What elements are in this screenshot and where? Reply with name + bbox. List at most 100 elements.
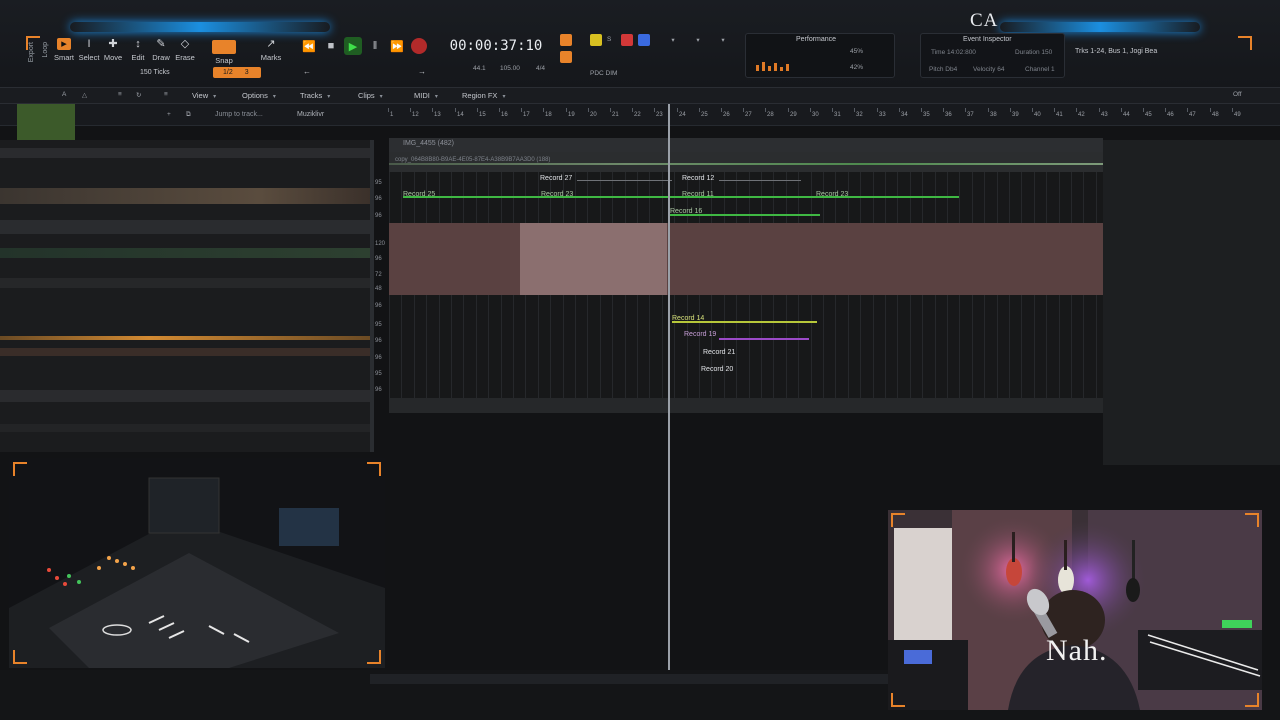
pdc-dim-label[interactable]: PDC DIM: [590, 70, 617, 77]
clip-record-12[interactable]: Record 12: [682, 175, 714, 182]
select-tool-button[interactable]: I Select: [76, 38, 102, 62]
marks-button[interactable]: ↗ Marks: [258, 38, 284, 62]
mixing-console-image: [9, 458, 385, 668]
ruler-tick: [388, 108, 389, 112]
track-header-strip[interactable]: [0, 248, 372, 258]
chevron-down-icon: ▾: [213, 94, 217, 100]
event-velocity-field[interactable]: Velocity 64: [973, 66, 1004, 73]
stop-button[interactable]: ■: [322, 37, 340, 55]
erase-tool-button[interactable]: ◇ Erase: [172, 38, 198, 62]
ruler-tick-label: 41: [1056, 112, 1063, 118]
track-header-strip[interactable]: [0, 424, 372, 432]
loop-module-tab[interactable]: Loop: [42, 42, 49, 58]
snap-label-box: Snap: [211, 56, 237, 65]
snap-toggle-button[interactable]: [212, 40, 236, 54]
event-pitch-field[interactable]: Pitch Db4: [929, 66, 957, 73]
snap-resolution-select[interactable]: 1/2 3: [213, 67, 261, 78]
add-track-icon[interactable]: +: [167, 111, 171, 118]
ruler-tick-label: 33: [879, 112, 886, 118]
ruler-tick: [788, 108, 789, 112]
ruler-tick-label: 14: [457, 112, 464, 118]
export-module-tab[interactable]: Export: [28, 42, 35, 62]
track-header-strip[interactable]: [0, 148, 372, 158]
midi-menu[interactable]: MIDI ▾: [414, 91, 438, 100]
duplicate-track-icon[interactable]: ⧉: [186, 111, 191, 119]
performance-module[interactable]: Performance 45% 42%: [745, 33, 895, 78]
track-selection-info[interactable]: Trks 1-24, Bus 1, Jogi Bea: [1075, 48, 1157, 55]
event-duration-field[interactable]: Duration 150: [1015, 49, 1052, 56]
audio-clip-selected[interactable]: [520, 223, 667, 295]
event-channel-field[interactable]: Channel 1: [1025, 66, 1055, 73]
return-to-start-button[interactable]: ←: [298, 62, 316, 80]
track-header-strip[interactable]: [0, 348, 372, 356]
tracks-menu[interactable]: Tracks ▾: [300, 91, 330, 100]
region-fx-menu[interactable]: Region FX ▾: [462, 91, 505, 100]
now-time-display[interactable]: 00:00:37:10: [448, 36, 544, 56]
event-inspector-module[interactable]: Event Inspector Time 14:02:800 Duration …: [920, 33, 1065, 78]
ruler-tick-label: 49: [1234, 112, 1241, 118]
loop-orange-button[interactable]: [560, 51, 572, 63]
punch-orange-button[interactable]: [560, 34, 572, 46]
track-view-icon[interactable]: A: [62, 91, 66, 98]
clip-record-19[interactable]: Record 19: [684, 331, 716, 338]
input-echo-button[interactable]: [638, 34, 650, 46]
midi-note-line: [670, 214, 820, 216]
timeline-ruler[interactable]: 1 12 13 14 15 16 17 18 19 20 21 22 23 24 25 26 27 28 29 30 3…: [388, 104, 1260, 124]
ripple-edit-off-label[interactable]: Off: [1233, 91, 1242, 98]
cpu-meter-bar: [786, 64, 789, 71]
loop-module-tab-2[interactable]: ▾: [718, 36, 726, 44]
event-time-field[interactable]: Time 14:02:800: [931, 49, 976, 56]
clip-record-27[interactable]: Record 27: [540, 175, 572, 182]
move-tool-label: Move: [103, 53, 123, 62]
select-module-tab[interactable]: ▾: [668, 36, 676, 44]
play-button[interactable]: ▶: [344, 37, 362, 55]
ruler-tick-label: 46: [1167, 112, 1174, 118]
record-button[interactable]: [411, 38, 427, 54]
daw-window: Export Loop ▸ Smart I Select ✚ Move ↕ Ed…: [0, 0, 1280, 720]
view-menu[interactable]: View ▾: [192, 91, 216, 100]
automation-icon[interactable]: △: [82, 91, 87, 99]
track-header-strip[interactable]: [0, 278, 372, 288]
ruler-tick: [1232, 108, 1233, 112]
pause-button[interactable]: ‖: [366, 37, 384, 55]
clip-record-21[interactable]: Record 21: [703, 349, 735, 356]
ticks-resolution[interactable]: 150 Ticks: [140, 69, 170, 76]
ruler-tick: [477, 108, 478, 112]
now-time-playhead[interactable]: [668, 104, 670, 670]
region-fx-menu-label: Region FX: [462, 91, 498, 100]
track-number: 48: [375, 286, 382, 292]
meter-readout[interactable]: 4/4: [536, 65, 545, 72]
refresh-icon[interactable]: ↻: [136, 91, 141, 99]
clips-menu[interactable]: Clips ▾: [358, 91, 383, 100]
arm-all-button[interactable]: [621, 34, 633, 46]
jump-to-track-input[interactable]: Jump to track...: [215, 111, 263, 118]
track-header-strip[interactable]: [0, 220, 372, 234]
list-icon[interactable]: ≡: [118, 91, 122, 98]
erase-tool-label: Erase: [175, 53, 195, 62]
frame-corner: [367, 462, 381, 476]
mute-all-button[interactable]: [590, 34, 602, 46]
stream-overlay-logo-text: CA: [970, 10, 999, 31]
ruler-tick: [943, 108, 944, 112]
smart-tool-button[interactable]: ▸ Smart: [51, 38, 77, 62]
solo-button[interactable]: S: [607, 36, 611, 43]
rewind-button[interactable]: ⏪: [300, 37, 318, 55]
panel-splitter[interactable]: [370, 140, 374, 452]
horizontal-scrollbar[interactable]: [370, 674, 890, 684]
clips-pane[interactable]: IMG_4455 (482) copy_064B8B80-B9AE-4E05-8…: [389, 138, 1103, 413]
go-to-end-button[interactable]: →: [413, 62, 431, 80]
track-header-strip[interactable]: [0, 188, 372, 204]
punch-module-tab[interactable]: ▾: [693, 36, 701, 44]
options-menu[interactable]: Options ▾: [242, 91, 276, 100]
draw-tool-button[interactable]: ✎ Draw: [148, 38, 174, 62]
move-tool-button[interactable]: ✚ Move: [100, 38, 126, 62]
track-preset-select[interactable]: Muziklivr: [297, 111, 324, 118]
menu-toggle-icon[interactable]: ≡: [164, 91, 168, 98]
track-header-strip[interactable]: [0, 390, 372, 402]
clip-record-20[interactable]: Record 20: [701, 366, 733, 373]
ruler-tick: [854, 108, 855, 112]
clip-lane-pink[interactable]: [389, 223, 1103, 295]
fast-forward-button[interactable]: ⏩: [388, 37, 406, 55]
tempo-readout[interactable]: 105.00: [500, 65, 520, 72]
track-header-strip[interactable]: [0, 336, 372, 340]
